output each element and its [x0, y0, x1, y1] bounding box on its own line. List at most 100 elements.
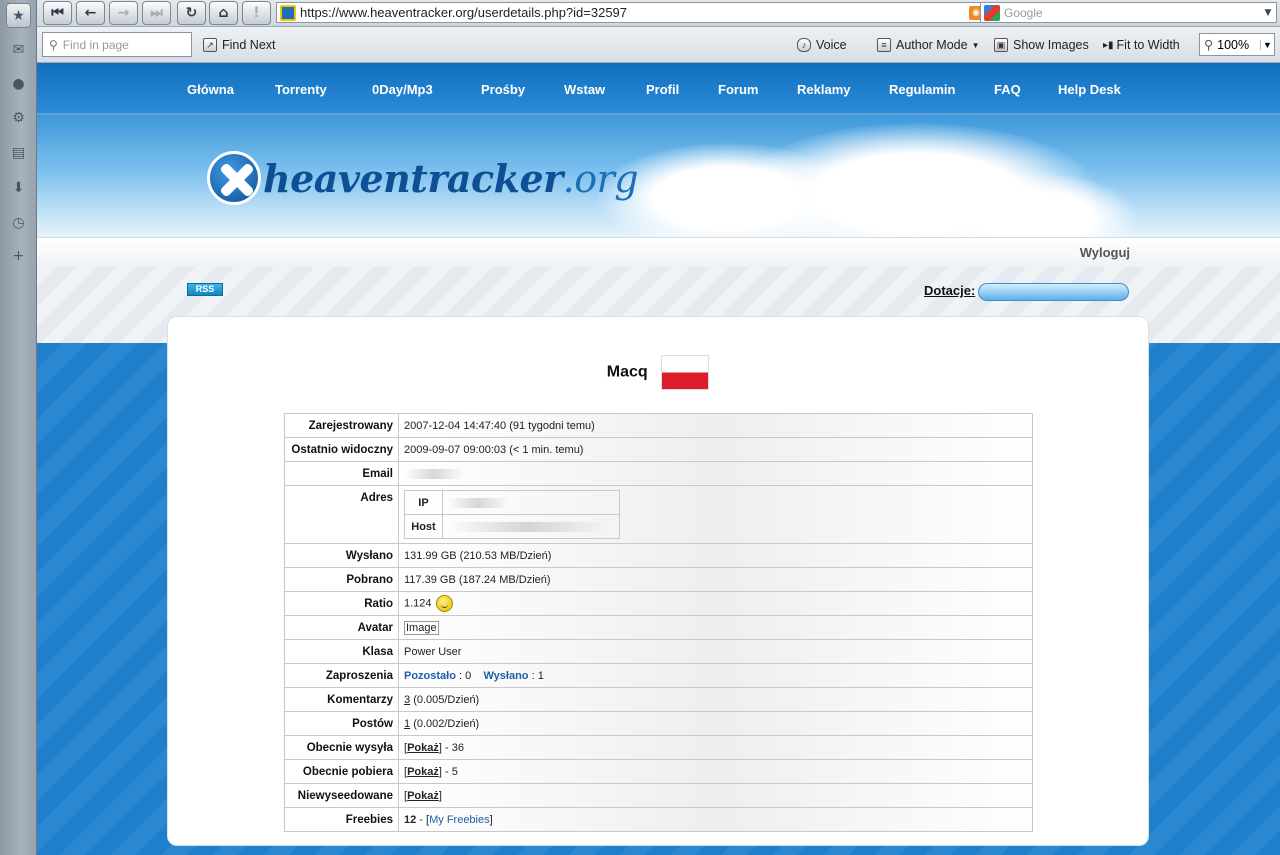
- uploaded-label: Wysłano: [284, 543, 399, 568]
- unseeded-show-link[interactable]: Pokaż: [407, 790, 439, 802]
- menu-item-reklamy[interactable]: Reklamy: [797, 82, 850, 97]
- menu-item-regulamin[interactable]: Regulamin: [889, 82, 955, 97]
- zoom-value: 100%: [1217, 37, 1250, 52]
- menu-item-help-desk[interactable]: Help Desk: [1058, 82, 1121, 97]
- class-value: Power User: [398, 639, 1033, 664]
- history-icon[interactable]: ◷: [6, 210, 31, 235]
- fit-to-width-button[interactable]: ▸▮ Fit to Width: [1103, 36, 1180, 54]
- seeding-show-link[interactable]: Pokaż: [407, 742, 439, 754]
- downloads-icon[interactable]: ⬇: [6, 175, 31, 200]
- host-label: Host: [404, 514, 443, 539]
- my-freebies-link[interactable]: My Freebies: [429, 814, 490, 826]
- settings-icon[interactable]: ⚙: [6, 105, 31, 130]
- site-logo[interactable]: heaventracker.org: [207, 151, 639, 205]
- poland-flag-icon: [661, 355, 710, 390]
- google-icon[interactable]: [984, 4, 1000, 21]
- donate-progress-bar: [978, 283, 1129, 301]
- show-images-label: Show Images: [1013, 38, 1089, 52]
- home-icon: ⌂: [218, 5, 229, 21]
- table-row: Postów 1 (0.002/Dzień): [284, 711, 1033, 736]
- posts-cell: 1 (0.002/Dzień): [398, 711, 1033, 736]
- menu-item-wstaw[interactable]: Wstaw: [564, 82, 605, 97]
- fast-forward-button[interactable]: ⏭: [142, 1, 171, 25]
- show-images-button[interactable]: ▣ Show Images: [994, 36, 1089, 54]
- downloaded-label: Pobrano: [284, 567, 399, 592]
- table-row: Ratio 1.124: [284, 591, 1033, 616]
- table-row: Host: [404, 514, 620, 539]
- menu-item-torrenty[interactable]: Torrenty: [275, 82, 327, 97]
- menu-item-0day-mp3[interactable]: 0Day/Mp3: [372, 82, 433, 97]
- seeding-cell: [Pokaż] - 36: [398, 735, 1033, 760]
- comments-link[interactable]: 3: [404, 694, 410, 706]
- find-toolbar: ⚲ Find in page ↗ Find Next ♪ Voice ≡ Aut…: [37, 27, 1280, 63]
- ratio-value: 1.124: [404, 597, 432, 610]
- posts-label: Postów: [284, 711, 399, 736]
- menu-item-forum[interactable]: Forum: [718, 82, 758, 97]
- address-url[interactable]: https://www.heaventracker.org/userdetail…: [300, 5, 969, 20]
- leeching-show-link[interactable]: Pokaż: [407, 766, 439, 778]
- info-icon: !: [253, 5, 260, 21]
- search-icon: ⚲: [49, 37, 58, 52]
- zoom-select[interactable]: ⚲ 100% ▼: [1199, 33, 1275, 56]
- home-button[interactable]: ⌂: [209, 1, 238, 25]
- leeching-label: Obecnie pobiera: [284, 759, 399, 784]
- ratio-cell: 1.124: [398, 591, 1033, 616]
- find-next-button[interactable]: ↗ Find Next: [203, 36, 276, 54]
- forward-button[interactable]: →: [109, 1, 138, 25]
- back-button[interactable]: ←: [76, 1, 105, 25]
- find-next-icon: ↗: [203, 38, 217, 52]
- web-page: Główna Torrenty 0Day/Mp3 Prośby Wstaw Pr…: [37, 63, 1280, 855]
- avatar-image: Image: [404, 620, 439, 635]
- email-label: Email: [284, 461, 399, 486]
- unseeded-label: Niewyseedowane: [284, 783, 399, 808]
- leeching-count: - 5: [444, 765, 458, 778]
- invites-left-value: : 0: [459, 669, 472, 682]
- menu-item-profil[interactable]: Profil: [646, 82, 679, 97]
- ip-label: IP: [404, 490, 443, 515]
- search-dropdown-icon[interactable]: ▼: [1260, 8, 1276, 18]
- downloaded-value: 117.39 GB (187.24 MB/Dzień): [398, 567, 1033, 592]
- menu-item-faq[interactable]: FAQ: [994, 82, 1021, 97]
- zoom-dropdown-icon[interactable]: ▼: [1260, 39, 1274, 50]
- site-favicon-icon: [280, 4, 296, 21]
- add-panel-icon[interactable]: +: [6, 243, 31, 268]
- rss-button[interactable]: RSS: [187, 283, 223, 296]
- logo-tld: .org: [562, 156, 639, 201]
- table-row: IP: [404, 490, 620, 515]
- invites-left-link[interactable]: Pozostało: [404, 670, 456, 682]
- table-row: Klasa Power User: [284, 639, 1033, 664]
- logo-text: heaventracker.org: [263, 156, 639, 201]
- search-bar[interactable]: Google ▼: [980, 2, 1277, 23]
- voice-button[interactable]: ♪ Voice: [797, 36, 847, 54]
- invites-sent-link[interactable]: Wysłano: [483, 670, 528, 682]
- reload-button[interactable]: ↻: [177, 1, 206, 25]
- posts-link[interactable]: 1: [404, 718, 410, 730]
- menu-item-prosby[interactable]: Prośby: [481, 82, 525, 97]
- author-mode-button[interactable]: ≡ Author Mode ▼: [877, 36, 980, 54]
- menu-item-glowna[interactable]: Główna: [187, 82, 234, 97]
- contacts-icon[interactable]: ●: [6, 71, 31, 96]
- find-in-page-input[interactable]: ⚲ Find in page: [42, 32, 192, 57]
- freebies-count: 12: [404, 813, 417, 826]
- search-input[interactable]: Google: [1004, 6, 1260, 20]
- redacted-email: [404, 468, 464, 479]
- address-bar[interactable]: https://www.heaventracker.org/userdetail…: [276, 2, 1004, 23]
- redacted-host: [448, 521, 608, 532]
- voice-label: Voice: [816, 38, 847, 52]
- table-row: Niewyseedowane [Pokaż]: [284, 783, 1033, 808]
- table-row: Ostatnio widoczny 2009-09-07 09:00:03 (<…: [284, 437, 1033, 462]
- bookmarks-icon[interactable]: ★: [6, 3, 31, 28]
- reload-icon: ↻: [185, 5, 198, 21]
- side-panel: ★ ✉ ● ⚙ ▤ ⬇ ◷ +: [0, 0, 37, 855]
- donate-link[interactable]: Dotacje:: [924, 283, 975, 298]
- logout-link[interactable]: Wyloguj: [1080, 245, 1130, 260]
- redacted-ip: [448, 497, 508, 508]
- uploaded-value: 131.99 GB (210.53 MB/Dzień): [398, 543, 1033, 568]
- notes-icon[interactable]: ▤: [6, 140, 31, 165]
- mail-icon[interactable]: ✉: [6, 37, 31, 62]
- avatar-label: Avatar: [284, 615, 399, 640]
- rewind-button[interactable]: ⏮: [43, 1, 72, 25]
- security-button[interactable]: !: [242, 1, 271, 25]
- last-seen-value: 2009-09-07 09:00:03 (< 1 min. temu): [398, 437, 1033, 462]
- freebies-label: Freebies: [284, 807, 399, 832]
